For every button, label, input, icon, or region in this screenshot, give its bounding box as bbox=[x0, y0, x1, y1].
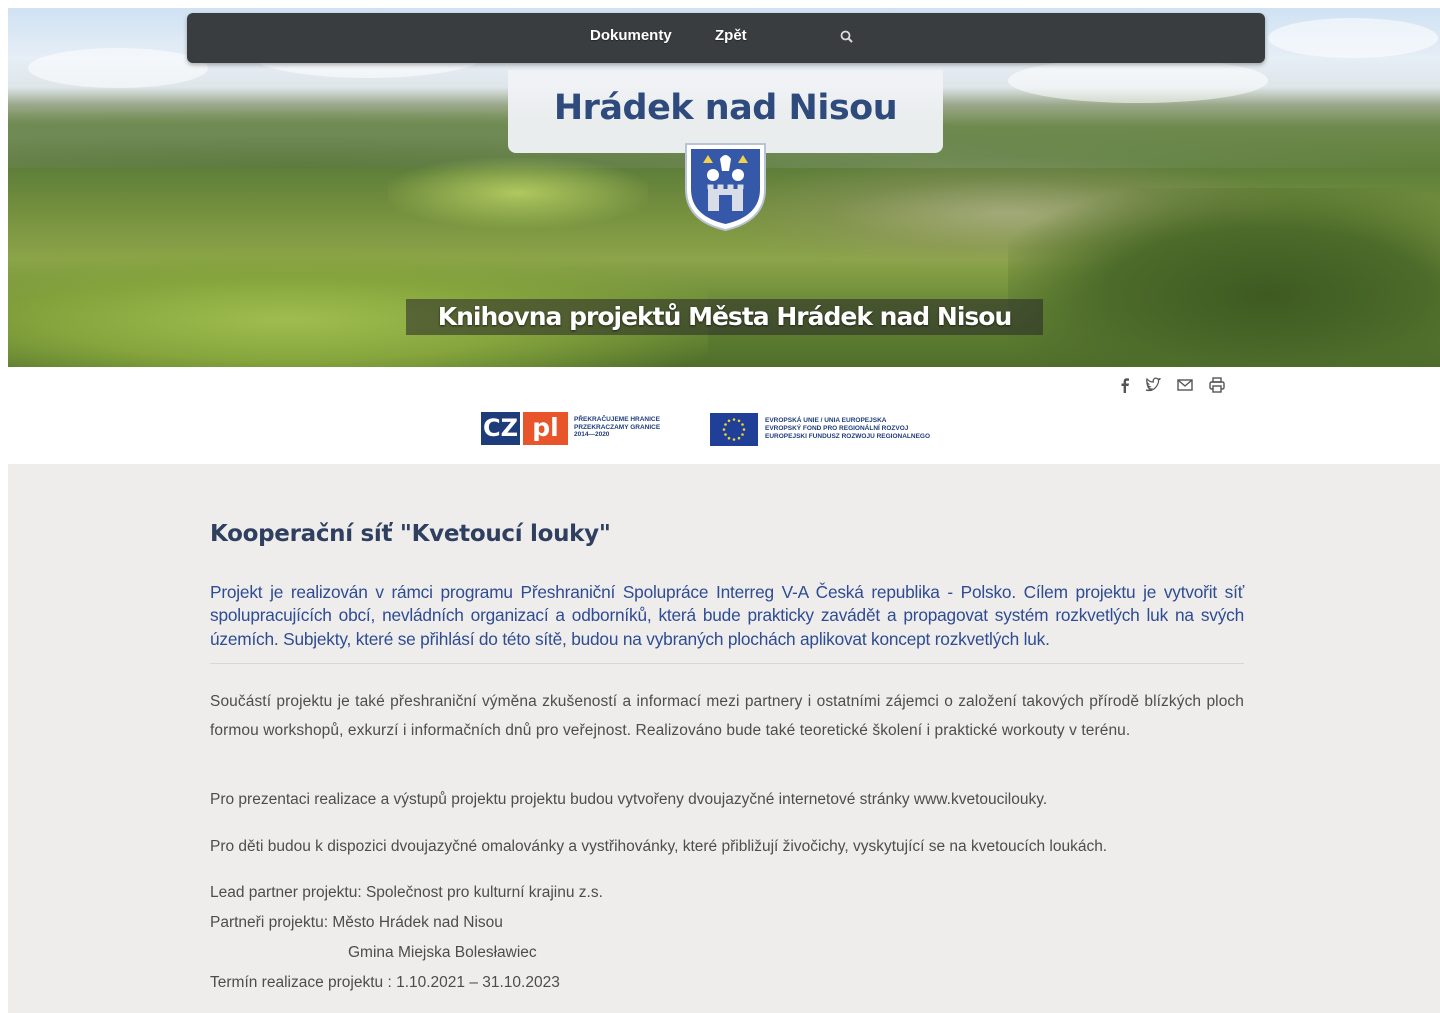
mail-icon[interactable] bbox=[1176, 376, 1194, 394]
eu-logo-text: EVROPSKÁ UNIE / UNIA EUROPEJSKA EVROPSKÝ… bbox=[765, 417, 931, 440]
lead-partner: Lead partner projektu: Společnost pro ku… bbox=[210, 884, 603, 901]
nav-documents[interactable]: Dokumenty bbox=[590, 27, 672, 44]
logo-strip: CZ pl PŘEKRAČUJEME HRANICE PRZEKRACZAMY … bbox=[8, 398, 1440, 464]
subtitle-bar: Knihovna projektů Města Hrádek nad Nisou bbox=[406, 299, 1043, 335]
logo-cz: CZ bbox=[481, 412, 520, 445]
eu-fund-logo[interactable]: EVROPSKÁ UNIE / UNIA EUROPEJSKA EVROPSKÝ… bbox=[710, 412, 976, 448]
interreg-czpl-logo[interactable]: CZ pl PŘEKRAČUJEME HRANICE PRZEKRACZAMY … bbox=[481, 410, 696, 450]
top-navbar: Dokumenty Zpět bbox=[187, 13, 1265, 63]
page-subtitle: Knihovna projektů Města Hrádek nad Nisou bbox=[437, 302, 1013, 331]
article-paragraph: Pro prezentaci realizace a výstupů proje… bbox=[210, 791, 1048, 808]
project-partners: Partneři projektu: Město Hrádek nad Niso… bbox=[210, 914, 503, 931]
hero-cloud bbox=[1268, 18, 1438, 58]
site-title[interactable]: Hrádek nad Nisou bbox=[508, 88, 943, 128]
hero-forest bbox=[1008, 188, 1440, 367]
article-title: Kooperační síť "Kvetoucí louky" bbox=[210, 521, 611, 547]
article-paragraph: Pro děti budou k dispozici dvoujazyčné o… bbox=[210, 838, 1108, 855]
search-icon[interactable] bbox=[839, 29, 855, 45]
logo-pl: pl bbox=[523, 412, 568, 445]
coat-of-arms-icon bbox=[685, 143, 766, 232]
article-lead: Projekt je realizován v rámci programu P… bbox=[210, 582, 1244, 649]
twitter-icon[interactable] bbox=[1144, 376, 1162, 394]
print-icon[interactable] bbox=[1208, 376, 1226, 394]
facebook-icon[interactable] bbox=[1119, 376, 1131, 394]
hero-cloud bbox=[1008, 58, 1268, 103]
eu-flag-icon bbox=[710, 413, 758, 446]
project-partner-2: Gmina Miejska Bolesławiec bbox=[348, 944, 537, 961]
hero-field bbox=[388, 158, 648, 228]
logo-czpl-text: PŘEKRAČUJEME HRANICE PRZEKRACZAMY GRANIC… bbox=[574, 416, 661, 438]
nav-back[interactable]: Zpět bbox=[715, 27, 747, 44]
article-content: Kooperační síť "Kvetoucí louky" Projekt … bbox=[8, 464, 1440, 1013]
article-paragraph: Součástí projektu je také přeshraniční v… bbox=[210, 693, 1244, 739]
project-term: Termín realizace projektu : 1.10.2021 – … bbox=[210, 974, 560, 991]
hero-cloud bbox=[28, 48, 208, 88]
divider bbox=[210, 663, 1244, 664]
